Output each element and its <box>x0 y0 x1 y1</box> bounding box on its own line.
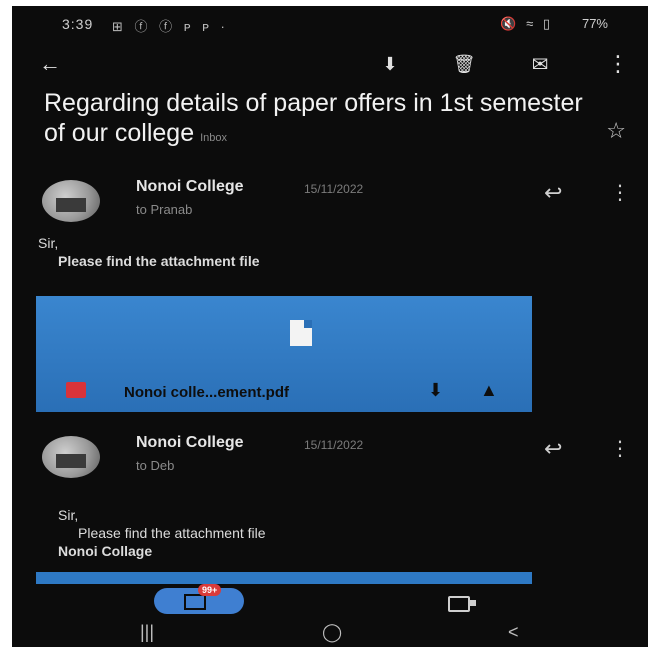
body-text: Please find the attachment file <box>78 525 266 541</box>
home-icon[interactable]: ◯ <box>322 622 342 643</box>
bottom-navigation <box>12 584 648 618</box>
mark-unread-icon[interactable]: ✉ <box>524 48 556 80</box>
reply-icon[interactable]: ↩ <box>544 180 562 206</box>
recipient-line[interactable]: to Pranab <box>136 202 192 217</box>
mail-icon <box>184 594 206 610</box>
delete-icon[interactable]: 🗑 <box>448 48 480 80</box>
subject-text: Regarding details of paper offers in 1st… <box>44 89 583 147</box>
message-1-body: Sir, Please find the attachment file <box>38 234 260 270</box>
more-options-icon[interactable]: ⋮ <box>602 48 634 80</box>
email-subject: Regarding details of paper offers in 1st… <box>44 88 584 153</box>
save-to-drive-icon[interactable]: ▲ <box>480 380 498 401</box>
recents-icon[interactable]: ||| <box>140 622 154 643</box>
body-text: Please find the attachment file <box>58 253 260 269</box>
attachment-card-2[interactable] <box>36 572 532 584</box>
status-bar: 3:39 ⊞ ⓕ ⓕ ᴘ ᴘ · 🔇 ≈ ▯ 77% <box>12 6 648 44</box>
signature-text: Nonoi Collage <box>58 543 153 559</box>
message-date: 15/11/2022 <box>304 438 364 452</box>
video-meet-icon[interactable] <box>448 596 476 612</box>
greeting-text: Sir, <box>38 235 59 251</box>
attachment-filename: Nonoi colle...ement.pdf <box>124 384 290 401</box>
back-arrow-icon[interactable]: ← <box>34 48 66 80</box>
reply-icon[interactable]: ↩ <box>544 436 562 462</box>
download-icon[interactable]: ⬇ <box>428 380 443 401</box>
email-toolbar: ← ⬇ 🗑 ✉ ⋮ <box>12 46 648 86</box>
status-time: 3:39 <box>62 16 94 32</box>
recipient-line[interactable]: to Deb <box>136 458 174 473</box>
sender-avatar[interactable] <box>42 180 100 222</box>
status-notification-icons: ⊞ ⓕ ⓕ ᴘ ᴘ · <box>112 19 229 34</box>
system-back-icon[interactable]: < <box>508 622 519 643</box>
phone-screen: 3:39 ⊞ ⓕ ⓕ ᴘ ᴘ · 🔇 ≈ ▯ 77% ← ⬇ 🗑 ✉ ⋮ Reg… <box>12 6 648 647</box>
archive-icon[interactable]: ⬇ <box>374 48 406 80</box>
star-icon[interactable]: ☆ <box>606 118 626 144</box>
message-more-icon[interactable]: ⋮ <box>610 180 630 205</box>
inbox-label[interactable]: Inbox <box>200 132 227 144</box>
message-more-icon[interactable]: ⋮ <box>610 436 630 461</box>
system-navigation-bar: ||| ◯ < <box>12 620 648 647</box>
pdf-icon <box>66 382 86 398</box>
sender-name: Nonoi College <box>136 178 244 195</box>
document-icon <box>290 320 312 346</box>
battery-level: 77% <box>581 16 608 31</box>
sender-avatar[interactable] <box>42 436 100 478</box>
sender-name: Nonoi College <box>136 434 244 451</box>
status-signal-icons: 🔇 ≈ ▯ <box>500 16 553 31</box>
pdf-attachment-card[interactable]: Nonoi colle...ement.pdf ⬇ ▲ <box>36 296 532 412</box>
unread-count-badge: 99+ <box>198 584 222 596</box>
message-2-body: Sir, Please find the attachment file Non… <box>58 506 266 560</box>
message-date: 15/11/2022 <box>304 182 364 196</box>
greeting-text: Sir, <box>58 507 79 523</box>
